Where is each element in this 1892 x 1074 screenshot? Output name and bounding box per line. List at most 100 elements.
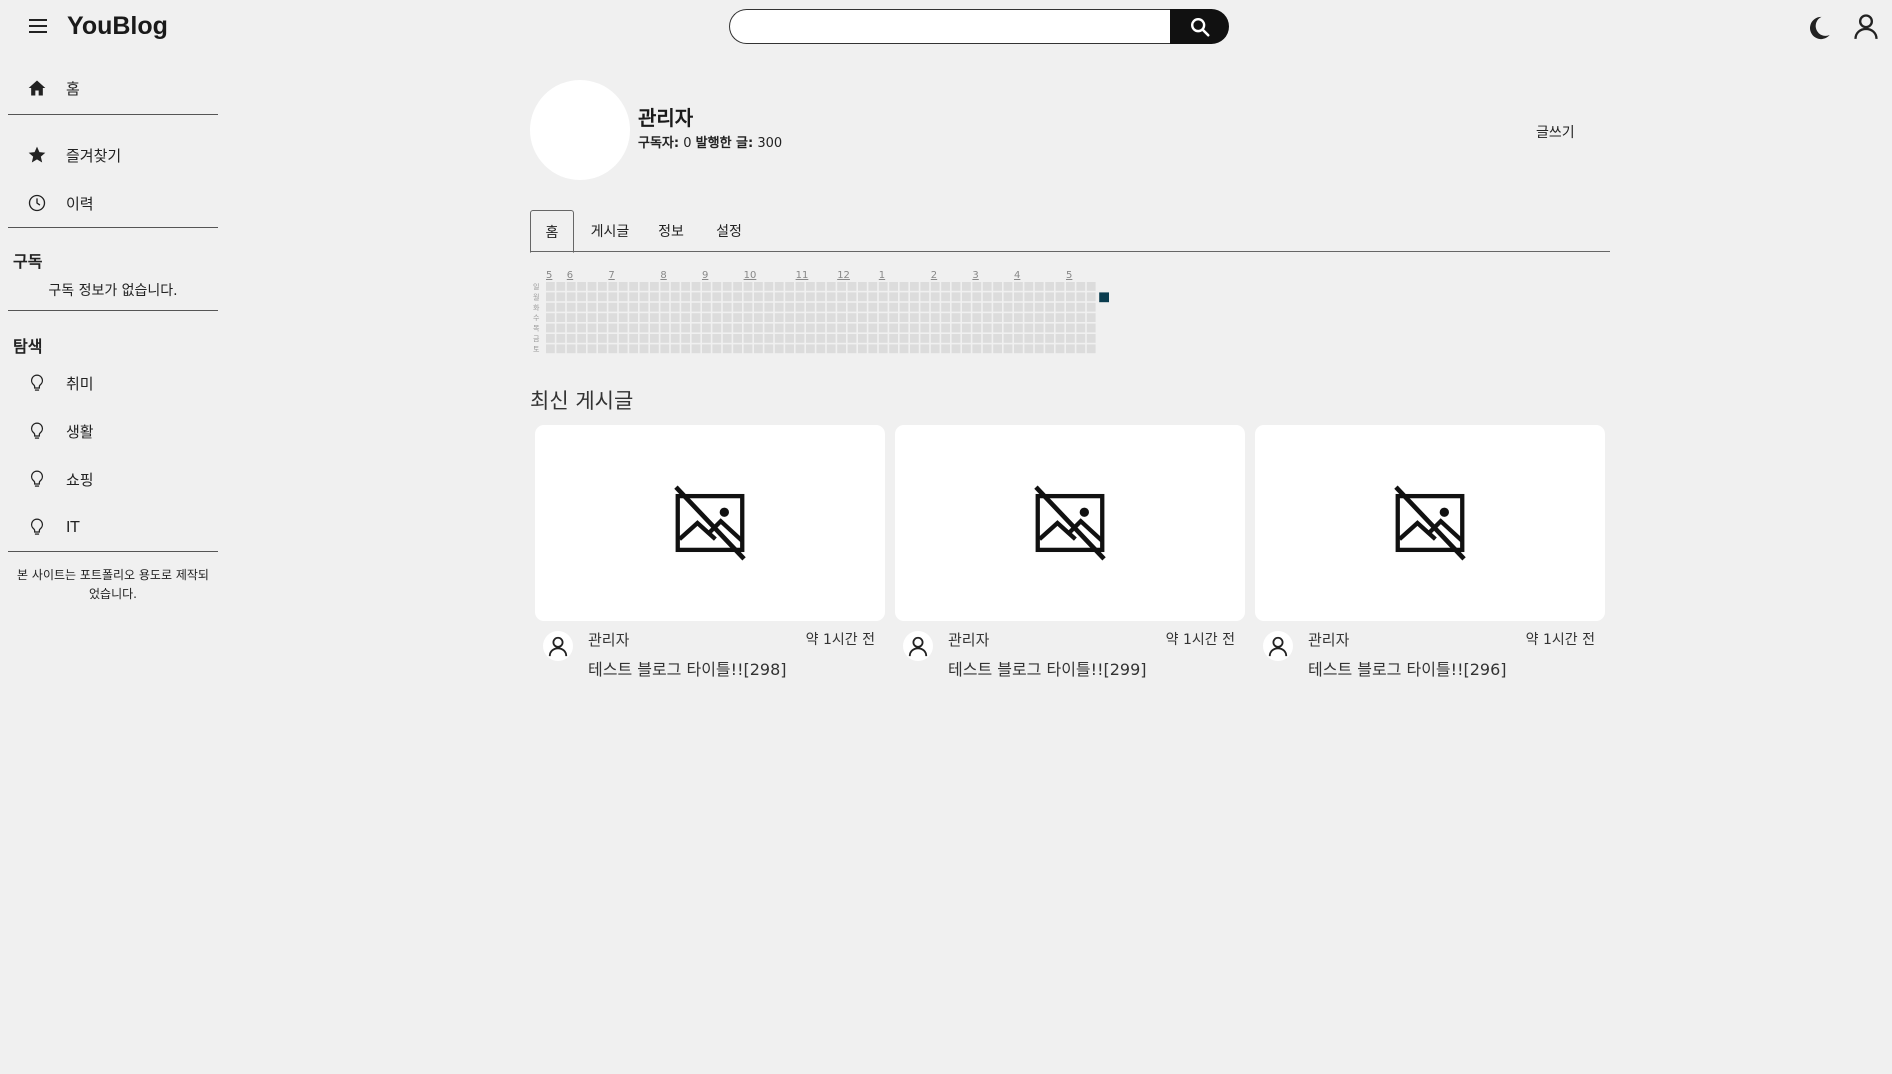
activity-cell[interactable] [1024,323,1034,333]
activity-cell[interactable] [847,323,857,333]
activity-cell[interactable] [1066,292,1075,302]
activity-cell[interactable] [691,302,701,312]
activity-cell[interactable] [941,344,950,354]
activity-cell[interactable] [1086,344,1096,354]
activity-cell[interactable] [670,344,680,354]
activity-cell[interactable] [618,282,628,291]
sidebar-item-history[interactable]: 이력 [8,179,218,227]
activity-cell[interactable] [910,282,919,291]
activity-cell[interactable] [1066,313,1075,322]
activity-cell[interactable] [1003,313,1013,322]
activity-cell[interactable] [889,282,898,291]
activity-cell[interactable] [618,313,628,322]
author-avatar[interactable] [903,631,933,661]
activity-cell[interactable] [930,302,940,312]
activity-cell[interactable] [1066,302,1075,312]
activity-cell[interactable] [702,344,711,354]
activity-cell[interactable] [868,334,878,343]
activity-cell[interactable] [598,282,607,291]
activity-cell[interactable] [785,334,794,343]
activity-cell[interactable] [806,323,815,333]
activity-cell[interactable] [1034,323,1044,333]
activity-cell[interactable] [712,323,722,333]
activity-cell[interactable] [681,344,690,354]
activity-cell[interactable] [920,292,930,302]
activity-cell[interactable] [816,313,826,322]
activity-cell[interactable] [795,313,805,322]
activity-cell[interactable] [754,344,763,354]
activity-cell[interactable] [826,313,836,322]
activity-cell[interactable] [1086,302,1096,312]
activity-cell[interactable] [556,302,566,312]
activity-cell[interactable] [577,282,586,291]
post-title[interactable]: 테스트 블로그 타이틀!![298] [588,656,787,680]
activity-cell[interactable] [566,282,576,291]
activity-cell[interactable] [546,282,555,291]
activity-cell[interactable] [868,282,878,291]
activity-cell[interactable] [556,313,566,322]
activity-cell[interactable] [982,344,992,354]
activity-cell[interactable] [743,292,753,302]
activity-cell[interactable] [587,334,597,343]
activity-cell[interactable] [858,302,867,312]
activity-cell[interactable] [1055,292,1065,302]
activity-cell[interactable] [1086,323,1096,333]
activity-cell[interactable] [639,344,649,354]
activity-cell[interactable] [577,313,586,322]
activity-cell[interactable] [1086,313,1096,322]
activity-cell[interactable] [743,323,753,333]
activity-cell[interactable] [639,334,649,343]
activity-cell[interactable] [774,282,784,291]
activity-cell[interactable] [982,334,992,343]
search-input[interactable] [729,9,1171,44]
activity-cell[interactable] [826,302,836,312]
activity-cell[interactable] [702,282,711,291]
activity-cell[interactable] [1014,334,1023,343]
activity-cell[interactable] [712,282,722,291]
activity-cell[interactable] [889,302,898,312]
activity-cell[interactable] [722,344,732,354]
activity-cell[interactable] [941,292,950,302]
activity-cell[interactable] [546,334,555,343]
activity-cell[interactable] [1076,334,1086,343]
activity-cell[interactable] [972,302,982,312]
post-thumbnail[interactable] [1255,425,1605,621]
activity-cell[interactable] [910,323,919,333]
activity-cell[interactable] [691,313,701,322]
activity-cell[interactable] [629,282,638,291]
activity-cell[interactable] [993,302,1002,312]
activity-cell[interactable] [670,282,680,291]
activity-cell[interactable] [899,344,909,354]
activity-cell[interactable] [858,323,867,333]
activity-cell[interactable] [754,292,763,302]
activity-cell[interactable] [816,292,826,302]
activity-cell[interactable] [608,313,618,322]
activity-cell[interactable] [566,334,576,343]
activity-cell[interactable] [556,344,566,354]
activity-cell[interactable] [951,313,961,322]
activity-cell[interactable] [868,302,878,312]
activity-cell[interactable] [556,292,566,302]
activity-cell[interactable] [962,334,971,343]
activity-cell[interactable] [795,302,805,312]
activity-cell[interactable] [951,292,961,302]
activity-cell[interactable] [920,282,930,291]
activity-cell[interactable] [889,334,898,343]
activity-cell[interactable] [878,292,888,302]
activity-cell[interactable] [764,302,774,312]
activity-cell[interactable] [847,334,857,343]
activity-cell[interactable] [1003,282,1013,291]
activity-cell[interactable] [774,292,784,302]
activity-cell[interactable] [806,282,815,291]
activity-cell[interactable] [566,302,576,312]
activity-cell[interactable] [889,313,898,322]
activity-cell[interactable] [1066,334,1075,343]
activity-cell[interactable] [785,282,794,291]
activity-cell[interactable] [1076,323,1086,333]
activity-cell[interactable] [608,302,618,312]
activity-cell[interactable] [629,292,638,302]
activity-cell[interactable] [670,323,680,333]
activity-cell[interactable] [650,302,659,312]
activity-cell[interactable] [639,302,649,312]
activity-cell[interactable] [660,334,670,343]
